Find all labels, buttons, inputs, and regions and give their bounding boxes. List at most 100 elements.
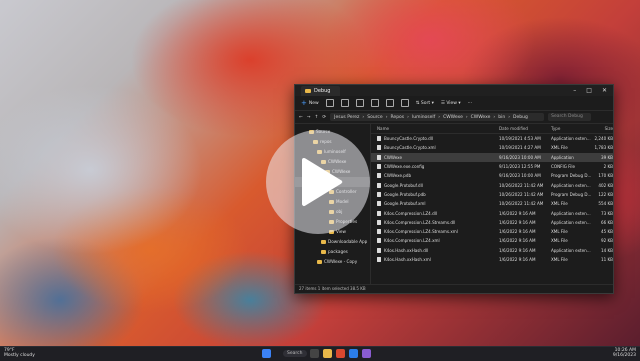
file-row[interactable]: K4os.Compression.LZ4.Streams.xml 1/6/2022… [371, 227, 613, 236]
file-type: Application [551, 154, 574, 160]
file-icon [377, 257, 381, 262]
back-icon[interactable]: ← [299, 115, 303, 120]
file-name-cell: Google.Protobuf.dll [371, 182, 499, 188]
breadcrumb-segment[interactable]: Jesus Perez [334, 115, 359, 120]
refresh-icon[interactable]: ⟳ [322, 115, 326, 120]
type-column-header[interactable]: Type [551, 126, 591, 131]
name-column-header[interactable]: Name [371, 126, 499, 131]
play-icon [302, 158, 342, 206]
file-row[interactable]: Google.Protobuf.pdb 10/26/2022 11:42 AM Pr… [371, 190, 613, 199]
file-icon [377, 219, 381, 225]
plus-icon: + [301, 98, 307, 107]
share-icon[interactable] [385, 99, 394, 107]
file-row[interactable]: K4os.Hash.xxHash.dll 1/6/2022 9:16 AM Appl… [371, 246, 613, 255]
clock-date: 9/16/2023 [612, 353, 636, 358]
file-type: XML File [551, 201, 568, 207]
file-icon [377, 164, 381, 170]
size-column-header[interactable]: Size [591, 126, 613, 131]
breadcrumb-segment[interactable]: Repos [391, 115, 405, 120]
address-bar[interactable]: Jesus Perez › Source › Repos › luminoself › CWWe… [330, 113, 545, 121]
file-size: 122 KB [598, 191, 613, 197]
file-row[interactable]: Google.Protobuf.xml 10/26/2022 11:42 AM XM… [371, 199, 613, 208]
file-name-cell: K4os.Compression.LZ4.xml [371, 238, 499, 244]
breadcrumb-segment[interactable]: Debug [513, 115, 528, 120]
maximize-icon[interactable]: □ [586, 87, 592, 94]
file-icon [377, 247, 381, 253]
file-size: 170 KB [598, 173, 613, 179]
breadcrumb-segment[interactable]: Source [367, 115, 382, 120]
breadcrumb-segment[interactable]: bin [498, 115, 505, 120]
file-type: Application exten... [551, 219, 591, 225]
file-name: K4os.Compression.LZ4.Streams.xml [384, 229, 458, 235]
file-name-cell: Google.Protobuf.pdb [371, 191, 499, 197]
file-name-cell: CWWexe [371, 154, 499, 160]
system-tray[interactable]: 10:26 AM 9/16/2023 [613, 348, 636, 358]
file-type: Program Debug D... [551, 191, 591, 197]
file-date: 10/19/2021 4:27 AM [499, 145, 541, 151]
file-date: 9/16/2023 10:00 AM [499, 173, 541, 179]
file-row[interactable]: K4os.Compression.LZ4.Streams.dll 1/6/2022… [371, 218, 613, 227]
tab-debug[interactable]: Debug [301, 85, 341, 96]
nav-item[interactable]: Downloadable App [295, 237, 370, 247]
cut-icon[interactable] [325, 99, 334, 107]
file-row[interactable]: Google.Protobuf.dll 10/26/2022 11:42 AM Ap… [371, 180, 613, 189]
store-icon[interactable] [349, 349, 358, 358]
delete-icon[interactable] [400, 99, 409, 107]
folder-icon [321, 250, 326, 254]
new-button[interactable]: + New [301, 98, 319, 107]
file-type: Application exten... [551, 210, 591, 216]
file-row[interactable]: CWWexe 9/16/2023 10:00 AM Application 39 KB [371, 152, 613, 162]
breadcrumb-separator-icon: › [465, 114, 468, 120]
copy-icon[interactable] [340, 99, 349, 107]
file-name-cell: CWWexe.exe.config [371, 164, 499, 170]
browser-icon[interactable] [336, 349, 345, 358]
file-name: K4os.Compression.LZ4.Streams.dll [384, 219, 456, 225]
file-row[interactable]: K4os.Compression.LZ4.xml 1/6/2022 9:16 AM… [371, 236, 613, 245]
file-size: 1,783 KB [594, 145, 613, 151]
file-row[interactable]: CWWexe.pdb 9/16/2023 10:00 AM Program Debu… [371, 171, 613, 180]
folder-icon [317, 260, 322, 264]
file-name: CWWexe.pdb [384, 173, 412, 179]
breadcrumb-separator-icon: › [438, 114, 441, 120]
breadcrumb-segment[interactable]: CWWexe [471, 115, 491, 120]
taskbar: 79°F Mostly cloudy Search 10:26 AM 9/16/… [0, 346, 640, 361]
file-size: 14 KB [600, 247, 613, 253]
date-column-header[interactable]: Date modified [499, 126, 551, 131]
up-icon[interactable]: ↑ [315, 115, 319, 120]
file-icon [377, 136, 381, 142]
file-size: 39 KB [600, 154, 613, 160]
play-button[interactable] [266, 130, 370, 234]
rename-icon[interactable] [370, 99, 379, 107]
taskbar-search[interactable]: Search [283, 350, 307, 357]
file-date: 10/26/2022 11:42 AM [499, 201, 544, 207]
file-row[interactable]: BouncyCastle.Crypto.xml 10/19/2021 4:27 A… [371, 143, 613, 152]
file-type: XML File [551, 238, 568, 244]
minimize-icon[interactable]: – [573, 87, 576, 94]
file-name: BouncyCastle.Crypto.dll [384, 136, 434, 142]
file-row[interactable]: K4os.Hash.xxHash.xml 1/6/2022 9:16 AM XML … [371, 255, 613, 264]
breadcrumb-segment[interactable]: CWWexe [443, 115, 463, 120]
file-name-cell: K4os.Compression.LZ4.Streams.dll [371, 219, 499, 225]
more-options-icon[interactable]: ··· [468, 101, 472, 106]
view-button[interactable]: ☰ View ▾ [441, 101, 461, 106]
sort-button[interactable]: ⇅ Sort ▾ [416, 101, 434, 106]
breadcrumb-separator-icon: › [407, 114, 409, 120]
file-row[interactable]: K4os.Compression.LZ4.dll 1/6/2022 9:16 AM… [371, 208, 613, 217]
tab-title: Debug [314, 87, 331, 94]
visual-studio-icon[interactable] [362, 349, 371, 358]
weather-widget[interactable]: 79°F Mostly cloudy [4, 348, 35, 358]
task-view-icon[interactable] [310, 349, 319, 358]
paste-icon[interactable] [355, 99, 364, 107]
nav-item[interactable]: CWWexe - Copy [295, 257, 370, 267]
file-row[interactable]: CWWexe.exe.config 9/11/2023 12:55 PM CONFI… [371, 162, 613, 171]
file-date: 1/6/2022 9:16 AM [499, 210, 536, 216]
nav-item[interactable]: packages [295, 247, 370, 257]
file-name: CWWexe [384, 154, 402, 160]
file-row[interactable]: BouncyCastle.Crypto.dll 10/19/2021 4:53 A… [371, 134, 613, 143]
start-icon[interactable] [262, 349, 271, 358]
breadcrumb-segment[interactable]: luminoself [412, 115, 435, 120]
file-explorer-taskbar-icon[interactable] [323, 349, 332, 358]
search-input[interactable]: Search Debug [548, 113, 592, 121]
forward-icon[interactable]: → [307, 115, 311, 120]
close-icon[interactable]: ✕ [602, 87, 607, 94]
